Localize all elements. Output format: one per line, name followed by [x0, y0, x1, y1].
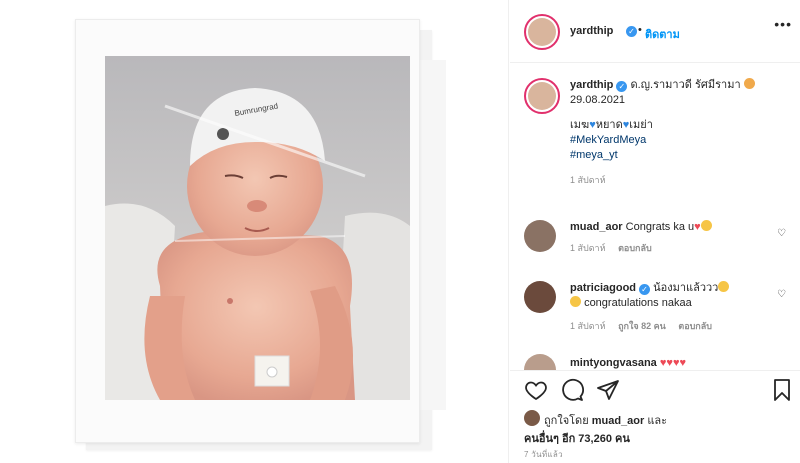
caption-text-3: เมย่า [629, 119, 653, 131]
more-options-icon[interactable]: ••• [774, 16, 792, 32]
verified-icon: ✓ [626, 26, 637, 37]
post-timestamp[interactable]: 7 วันที่แล้ว [524, 448, 563, 461]
actions-divider [510, 370, 800, 371]
likes-prefix: ถูกใจโดย [544, 415, 589, 427]
header-divider [510, 62, 800, 63]
post-side-panel: yardthip ✓ • ติดตาม ••• yardthip ✓ ด.ญ.รา… [510, 0, 800, 463]
post-photo: Bumrungrad [105, 56, 410, 400]
comment-text: น้องมาแล้ววว [653, 282, 719, 294]
post-media[interactable]: Bumrungrad [0, 0, 509, 463]
author-username[interactable]: yardthip [570, 25, 613, 37]
hashtag-link[interactable]: #meya_yt [570, 148, 775, 163]
smiling-hearts-emoji-icon [570, 296, 581, 307]
reply-button[interactable]: ตอบกลับ [678, 321, 712, 331]
red-heart-icon: ♥ [694, 221, 701, 233]
liker-username[interactable]: muad_aor [592, 415, 645, 427]
comment-age: 1 สัปดาห์ [570, 321, 606, 331]
comment-item: mintyongvasana ♥♥♥♥ [524, 354, 796, 370]
caption-age: 1 สัปดาห์ [570, 175, 606, 185]
hashtag-link[interactable]: #MekYardMeya [570, 133, 775, 148]
caption-date: 29.08.2021 [570, 94, 626, 106]
verified-icon: ✓ [616, 81, 628, 92]
commenter-avatar[interactable] [524, 281, 556, 313]
comment-text: Congrats ka u [625, 221, 695, 233]
caption-text-2: หยาด [595, 119, 623, 131]
commenter-avatar[interactable] [524, 354, 556, 370]
comment-likes[interactable]: ถูกใจ 82 คน [618, 321, 666, 331]
comment-age: 1 สัปดาห์ [570, 243, 606, 253]
likes-count[interactable]: คนอื่นๆ อีก 73,260 คน [524, 429, 630, 447]
follow-button[interactable]: ติดตาม [645, 25, 680, 43]
likes-suffix: และ [647, 415, 668, 427]
smiling-hearts-emoji-icon [718, 281, 730, 292]
comment-username[interactable]: mintyongvasana [570, 357, 657, 369]
post-actions [524, 378, 794, 406]
separator-dot: • [638, 24, 642, 36]
smiling-hearts-emoji-icon [700, 220, 712, 231]
share-icon[interactable] [596, 378, 620, 402]
caption-username[interactable]: yardthip [570, 79, 613, 91]
comment-text-2: congratulations nakaa [584, 297, 692, 309]
newborn-photo-illustration: Bumrungrad [105, 56, 410, 400]
reply-button[interactable]: ตอบกลับ [618, 243, 652, 253]
polaroid-frame: Bumrungrad [75, 19, 420, 443]
comment-username[interactable]: patriciagood [570, 282, 636, 294]
comment-username[interactable]: muad_aor [570, 221, 623, 233]
like-comment-heart-icon[interactable]: ♡ [777, 228, 786, 239]
caption-avatar[interactable] [524, 78, 560, 114]
comment-icon[interactable] [560, 378, 584, 402]
polaroid-edge [416, 60, 446, 410]
red-heart-icon: ♥♥♥♥ [659, 357, 686, 369]
caption-name: ด.ญ.รามาวดี รัศมีรามา [630, 79, 741, 91]
baby-emoji-icon [743, 78, 755, 89]
post-header: yardthip ✓ • ติดตาม [524, 14, 794, 50]
like-comment-heart-icon[interactable]: ♡ [777, 289, 786, 300]
verified-icon: ✓ [639, 284, 651, 295]
author-avatar[interactable] [524, 14, 560, 50]
liker-avatar[interactable] [524, 410, 540, 426]
caption-text-1: เมฆ [570, 119, 590, 131]
heart-icon[interactable] [524, 378, 548, 402]
bookmark-icon[interactable] [770, 378, 794, 402]
commenter-avatar[interactable] [524, 220, 556, 252]
